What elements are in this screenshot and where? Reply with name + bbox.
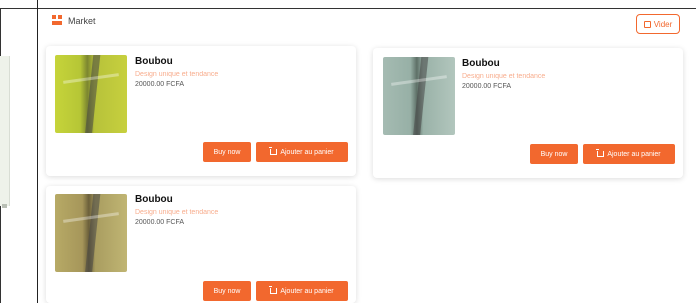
add-to-cart-button[interactable]: Ajouter au panier [256, 142, 348, 162]
market-header: Market Vider [38, 9, 696, 37]
product-price: 20000.00 FCFA [135, 81, 185, 88]
buy-now-button[interactable]: Buy now [203, 281, 251, 301]
add-to-cart-button[interactable]: Ajouter au panier [583, 144, 675, 164]
market-brand: Market [52, 15, 96, 26]
product-name: Boubou [135, 56, 173, 67]
cart-icon [269, 147, 278, 155]
buy-now-label: Buy now [213, 287, 241, 295]
buy-now-label: Buy now [213, 148, 241, 156]
product-info: Boubou Design unique et tendance 20000.0… [135, 56, 218, 88]
product-info: Boubou Design unique et tendance 20000.0… [135, 194, 218, 226]
product-price: 20000.00 FCFA [135, 219, 185, 226]
product-description: Design unique et tendance [135, 71, 219, 78]
clear-cart-button[interactable]: Vider [636, 14, 680, 34]
add-to-cart-label: Ajouter au panier [280, 287, 334, 295]
product-image[interactable] [383, 57, 455, 135]
product-actions: Buy now Ajouter au panier [203, 142, 348, 162]
product-card: Boubou Design unique et tendance 20000.0… [46, 186, 356, 303]
store-icon [52, 15, 63, 26]
side-panel-marker [2, 204, 7, 208]
product-actions: Buy now Ajouter au panier [530, 144, 675, 164]
product-card: Boubou Design unique et tendance 20000.0… [46, 46, 356, 176]
market-title: Market [68, 15, 96, 26]
buy-now-label: Buy now [540, 150, 568, 158]
cart-icon [269, 286, 278, 294]
product-actions: Buy now Ajouter au panier [203, 281, 348, 301]
side-panel-fragment [0, 56, 10, 208]
product-info: Boubou Design unique et tendance 20000.0… [462, 58, 545, 90]
product-card: Boubou Design unique et tendance 20000.0… [373, 48, 683, 178]
trash-icon [643, 20, 651, 28]
product-image[interactable] [55, 55, 127, 133]
product-price: 20000.00 FCFA [462, 83, 512, 90]
product-image[interactable] [55, 194, 127, 272]
cart-icon [596, 149, 605, 157]
clear-cart-label: Vider [653, 19, 673, 29]
product-name: Boubou [135, 194, 173, 205]
product-name: Boubou [462, 58, 500, 69]
product-description: Design unique et tendance [135, 209, 219, 216]
add-to-cart-button[interactable]: Ajouter au panier [256, 281, 348, 301]
add-to-cart-label: Ajouter au panier [280, 148, 334, 156]
panel-divider [37, 0, 38, 303]
buy-now-button[interactable]: Buy now [203, 142, 251, 162]
add-to-cart-label: Ajouter au panier [607, 150, 661, 158]
buy-now-button[interactable]: Buy now [530, 144, 578, 164]
product-description: Design unique et tendance [462, 73, 546, 80]
